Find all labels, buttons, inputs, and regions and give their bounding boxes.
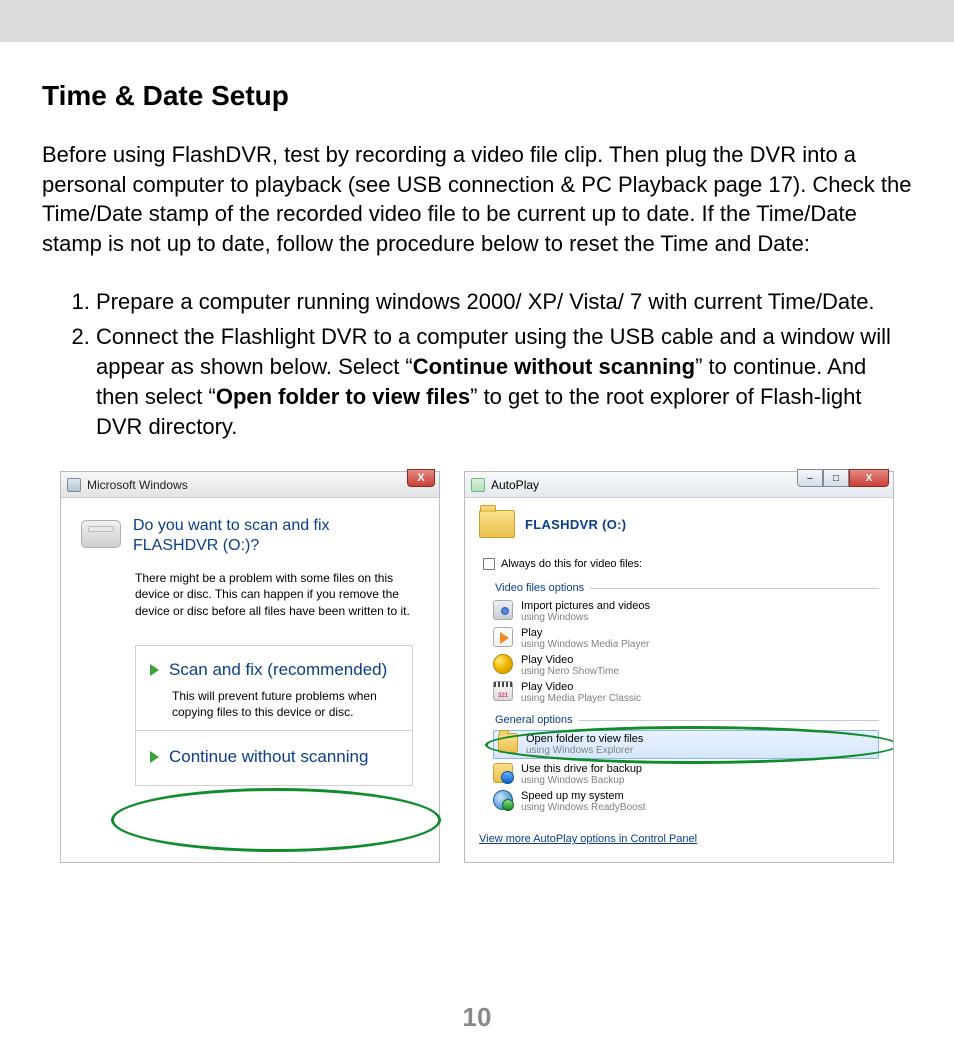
autoplay-icon <box>471 478 485 492</box>
window-controls: – □ X <box>797 469 889 487</box>
option-sub: using Windows ReadyBoost <box>521 802 646 813</box>
autoplay-titlebar: AutoPlay – □ X <box>465 472 893 498</box>
scan-dialog-title: Microsoft Windows <box>87 478 188 492</box>
close-icon: X <box>417 472 424 484</box>
page-title: Time & Date Setup <box>42 80 912 112</box>
checkbox[interactable] <box>483 558 495 570</box>
close-icon: X <box>866 473 873 484</box>
option-open-folder[interactable]: Open folder to view filesusing Windows E… <box>493 730 879 759</box>
section-rule <box>579 720 879 721</box>
always-do-this-row[interactable]: Always do this for video files: <box>483 558 879 570</box>
folder-icon <box>498 733 518 753</box>
autoplay-drive-name: FLASHDVR (O:) <box>525 517 626 532</box>
minimize-icon: – <box>807 473 813 484</box>
section-header-general: General options <box>479 714 879 726</box>
drive-icon <box>81 520 121 548</box>
close-button[interactable]: X <box>849 469 889 487</box>
option-title: Speed up my system <box>521 790 646 802</box>
arrow-right-icon <box>150 751 159 763</box>
option-play-mpc[interactable]: Play Videousing Media Player Classic <box>493 679 879 706</box>
option-readyboost[interactable]: Speed up my systemusing Windows ReadyBoo… <box>493 788 879 815</box>
view-more-link[interactable]: View more AutoPlay options in Control Pa… <box>479 833 697 845</box>
option-sub: using Windows Backup <box>521 775 642 786</box>
option-play-wmp[interactable]: Playusing Windows Media Player <box>493 625 879 652</box>
figures-row: Microsoft Windows X Do you want to scan … <box>42 471 912 863</box>
step-1: Prepare a computer running windows 2000/… <box>96 287 912 317</box>
always-label: Always do this for video files: <box>501 558 642 570</box>
readyboost-icon <box>493 790 513 810</box>
intro-paragraph: Before using FlashDVR, test by recording… <box>42 140 912 259</box>
folder-icon <box>479 510 515 538</box>
arrow-right-icon <box>150 664 159 676</box>
option-continue-title: Continue without scanning <box>169 747 368 766</box>
option-title: Import pictures and videos <box>521 600 650 612</box>
general-options-list: Open folder to view filesusing Windows E… <box>493 730 879 815</box>
option-sub: using Windows Explorer <box>526 745 643 756</box>
step-2-bold-a: Continue without scanning <box>413 354 695 379</box>
backup-icon <box>493 763 513 783</box>
scan-question: Do you want to scan and fix FLASHDVR (O:… <box>133 516 419 556</box>
document-page: Time & Date Setup Before using FlashDVR,… <box>0 42 954 1041</box>
scan-dialog-body: Do you want to scan and fix FLASHDVR (O:… <box>61 498 439 804</box>
option-backup[interactable]: Use this drive for backupusing Windows B… <box>493 761 879 788</box>
autoplay-dialog: AutoPlay – □ X FLASHDVR (O:) Always do t… <box>464 471 894 863</box>
option-title: Play Video <box>521 681 641 693</box>
option-play-nero[interactable]: Play Videousing Nero ShowTime <box>493 652 879 679</box>
option-sub: using Media Player Classic <box>521 693 641 704</box>
option-continue-without-scanning[interactable]: Continue without scanning <box>135 730 413 786</box>
scan-dialog-titlebar: Microsoft Windows X <box>61 472 439 498</box>
steps-list: Prepare a computer running windows 2000/… <box>42 287 912 441</box>
scan-question-row: Do you want to scan and fix FLASHDVR (O:… <box>81 516 419 556</box>
autoplay-drive-row: FLASHDVR (O:) <box>479 510 879 538</box>
disc-icon <box>493 654 513 674</box>
autoplay-body: FLASHDVR (O:) Always do this for video f… <box>465 498 893 857</box>
option-scan-sub: This will prevent future problems when c… <box>172 688 398 720</box>
section-video-label: Video files options <box>495 582 584 594</box>
option-scan-title: Scan and fix (recommended) <box>169 660 387 679</box>
option-sub: using Windows <box>521 612 650 623</box>
maximize-button[interactable]: □ <box>823 469 849 487</box>
autoplay-title: AutoPlay <box>491 478 539 492</box>
option-title: Play <box>521 627 649 639</box>
maximize-icon: □ <box>833 473 839 484</box>
video-options-list: Import pictures and videos using Windows … <box>493 598 879 706</box>
section-rule <box>590 588 879 589</box>
scan-explanation: There might be a problem with some files… <box>135 570 419 619</box>
windows-shield-icon <box>67 478 81 492</box>
option-sub: using Windows Media Player <box>521 639 649 650</box>
option-import-pictures[interactable]: Import pictures and videosusing Windows <box>493 598 879 625</box>
minimize-button[interactable]: – <box>797 469 823 487</box>
step-1-text: Prepare a computer running windows 2000/… <box>96 289 875 314</box>
option-title: Use this drive for backup <box>521 763 642 775</box>
option-title: Play Video <box>521 654 619 666</box>
view-more-label: View more AutoPlay options in Control Pa… <box>479 833 697 845</box>
camera-icon <box>493 600 513 620</box>
step-2: Connect the Flashlight DVR to a computer… <box>96 322 912 441</box>
section-general-label: General options <box>495 714 573 726</box>
option-sub: using Nero ShowTime <box>521 666 619 677</box>
option-scan-and-fix[interactable]: Scan and fix (recommended) This will pre… <box>135 645 413 730</box>
scan-dialog: Microsoft Windows X Do you want to scan … <box>60 471 440 863</box>
close-button[interactable]: X <box>407 469 435 487</box>
filmstrip-icon <box>493 681 513 701</box>
step-2-bold-b: Open folder to view files <box>216 384 470 409</box>
section-header-video: Video files options <box>479 582 879 594</box>
option-title: Open folder to view files <box>526 733 643 745</box>
page-number: 10 <box>0 1002 954 1033</box>
play-icon <box>493 627 513 647</box>
highlight-circle <box>111 788 441 852</box>
